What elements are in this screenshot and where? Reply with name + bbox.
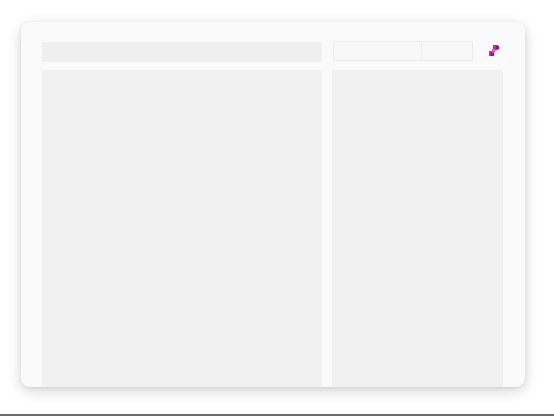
top-bar-placeholder (42, 42, 322, 62)
main-content-pane (42, 70, 322, 387)
top-control-segment-2[interactable] (422, 42, 472, 60)
logo-icon (487, 44, 501, 58)
top-control-segment-1[interactable] (334, 42, 422, 60)
app-window (21, 22, 525, 387)
vertical-caption (503, 320, 523, 382)
top-controls[interactable] (333, 41, 473, 61)
side-panel (332, 70, 503, 387)
